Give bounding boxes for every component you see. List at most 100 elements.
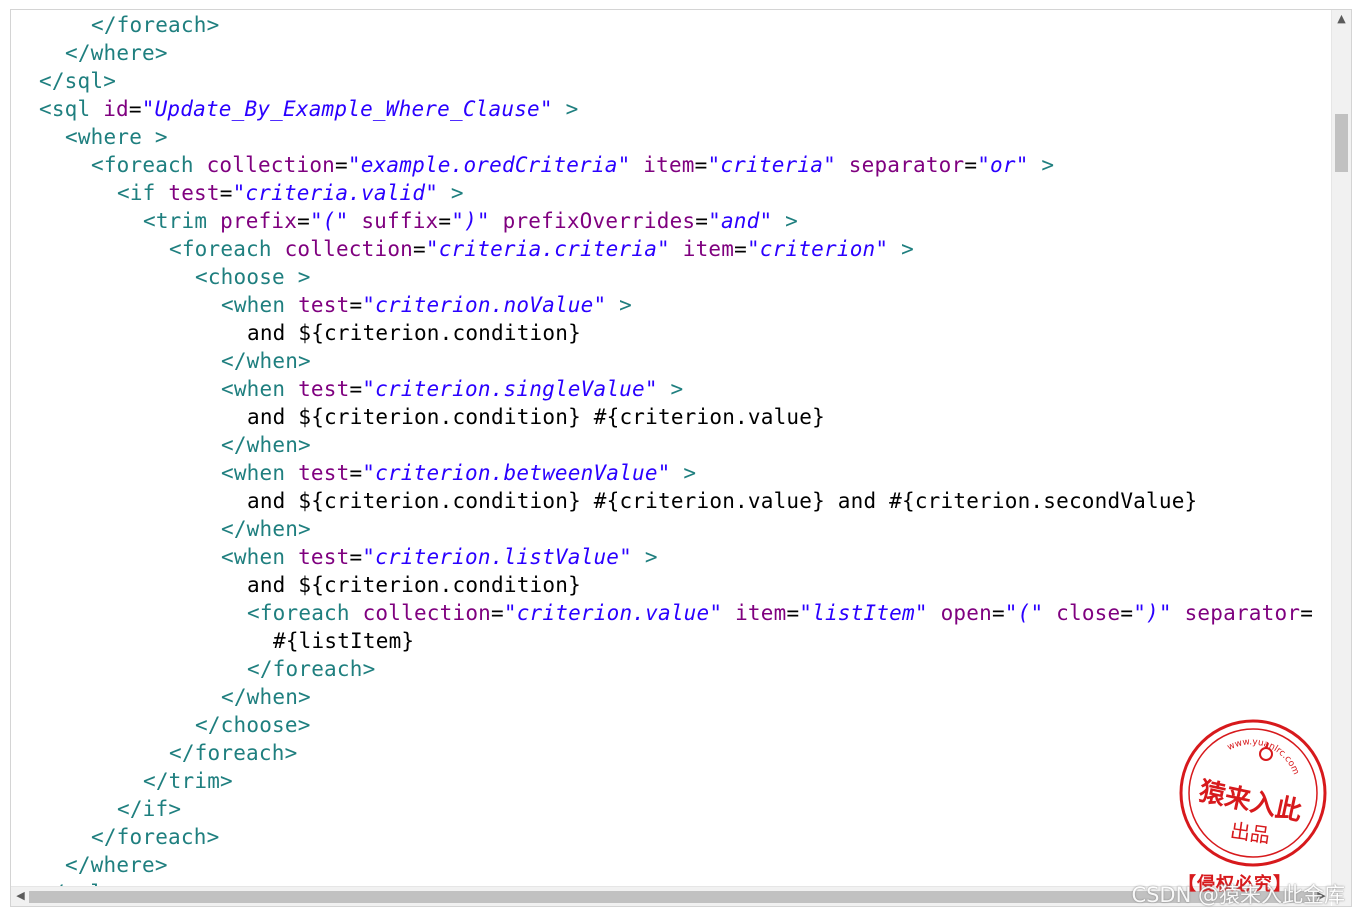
code-line: </foreach> xyxy=(247,655,375,683)
code-token-attr: test xyxy=(168,181,220,205)
code-token-tag: <if xyxy=(117,181,169,205)
code-token-val: ")" xyxy=(451,209,490,233)
code-token-val: "or" xyxy=(977,153,1029,177)
code-token-val: "criterion.value" xyxy=(503,601,723,625)
code-token-attr: collection xyxy=(206,153,336,177)
code-token-tag: <sql xyxy=(39,97,104,121)
copyright-stamp: www.yuanlrc.com 猿来入此 出品 xyxy=(1179,719,1327,867)
code-line: <when test="criterion.betweenValue" > xyxy=(221,459,696,487)
code-line: and ${criterion.condition} #{criterion.v… xyxy=(247,487,1197,515)
code-line: <trim prefix="(" suffix=")" prefixOverri… xyxy=(143,207,798,235)
code-token-tag: > xyxy=(606,293,632,317)
code-line: </where> xyxy=(65,851,168,879)
code-token-val: "criterion.singleValue" xyxy=(362,377,658,401)
code-line: </sql> xyxy=(39,67,116,95)
code-token-val: "and" xyxy=(708,209,773,233)
code-token-tag: > xyxy=(438,181,464,205)
code-token-txt: = xyxy=(413,237,426,261)
code-token-txt: = xyxy=(964,153,978,177)
scroll-left-arrow-icon[interactable]: ◀ xyxy=(11,887,30,905)
code-line: </foreach> xyxy=(169,739,297,767)
code-token-txt: and ${criterion.condition} xyxy=(247,321,581,345)
code-line: </foreach> xyxy=(91,823,219,851)
code-line: and ${criterion.condition} #{criterion.v… xyxy=(247,403,825,431)
code-token-val: "Update_By_Example_Where_Clause" xyxy=(141,97,553,121)
code-token-txt: = xyxy=(734,237,747,261)
code-token-val: ")" xyxy=(1133,601,1172,625)
vertical-scroll-thumb[interactable] xyxy=(1335,114,1348,172)
code-token-tag: > xyxy=(772,209,799,233)
code-token-txt: and ${criterion.condition} #{criterion.v… xyxy=(247,405,825,429)
code-token-attr: collection xyxy=(362,601,492,625)
code-token-attr: prefixOverrides xyxy=(502,209,696,233)
code-token-attr: open xyxy=(940,601,992,625)
code-line: <when test="criterion.listValue" > xyxy=(221,543,658,571)
code-line: </when> xyxy=(221,683,311,711)
code-token-attr: test xyxy=(298,545,350,569)
code-token-txt: = xyxy=(349,377,363,401)
code-token-attr: item xyxy=(682,237,735,261)
code-token-attr: separator xyxy=(1184,601,1301,625)
code-line: </trim> xyxy=(143,767,233,795)
code-token-tag: <when xyxy=(221,545,299,569)
code-token-tag: > xyxy=(657,377,684,401)
code-line: and ${criterion.condition} xyxy=(247,571,581,599)
code-token-tag: </foreach> xyxy=(169,741,298,765)
code-line: </where> xyxy=(65,39,168,67)
code-line: #{listItem} xyxy=(273,627,414,655)
code-token-attr: suffix xyxy=(361,209,439,233)
code-token-txt: = xyxy=(695,209,709,233)
code-token-tag: > xyxy=(1028,153,1055,177)
code-token-tag: </where> xyxy=(65,853,168,877)
code-token-val: "(" xyxy=(309,209,349,233)
scroll-up-arrow-icon[interactable]: ▲ xyxy=(1332,10,1351,28)
code-line: <when test="criterion.noValue" > xyxy=(221,291,632,319)
stamp-name: 猿来入此 xyxy=(1195,776,1304,827)
code-token-tag: <choose > xyxy=(195,265,311,289)
stamp-sub: 出品 xyxy=(1229,818,1272,847)
code-token-txt: = xyxy=(335,153,348,177)
code-token-attr: test xyxy=(298,293,350,317)
code-token-tag: </if> xyxy=(117,797,182,821)
code-line: </when> xyxy=(221,431,311,459)
code-token-attr: id xyxy=(103,97,129,121)
csdn-watermark: CSDN @猿来入此金库 xyxy=(1131,883,1345,907)
code-token-val: "criterion" xyxy=(746,237,889,261)
code-token-val: "criterion.listValue" xyxy=(362,545,632,569)
code-token-val: "criteria.criteria" xyxy=(425,237,670,261)
code-token-txt: and ${criterion.condition} #{criterion.v… xyxy=(247,489,1198,513)
code-line: <foreach collection="criteria.criteria" … xyxy=(169,235,914,263)
code-token-attr: item xyxy=(643,153,695,177)
code-token-txt: = xyxy=(694,153,708,177)
code-token-txt: and ${criterion.condition} xyxy=(247,573,581,597)
horizontal-scroll-thumb[interactable] xyxy=(29,891,1319,903)
code-token-tag: <when xyxy=(221,461,299,485)
code-token-txt: = xyxy=(349,293,363,317)
code-token-tag: <foreach xyxy=(247,601,363,625)
code-area: </foreach> </where> </sql> <sql id="Update_… xyxy=(11,10,1331,887)
code-token-tag: </where> xyxy=(65,41,168,65)
code-line: <choose > xyxy=(195,263,311,291)
code-token-tag: </foreach> xyxy=(247,657,376,681)
code-token-attr: item xyxy=(735,601,787,625)
code-token-attr: close xyxy=(1056,601,1121,625)
code-line: </choose> xyxy=(195,711,311,739)
code-token-attr: test xyxy=(298,461,350,485)
code-token-tag: </foreach> xyxy=(91,825,220,849)
code-viewer-window: </foreach> </where> </sql> <sql id="Update_… xyxy=(10,9,1352,907)
code-token-tag: </when> xyxy=(221,349,311,373)
code-token-attr: prefix xyxy=(220,209,298,233)
vertical-scrollbar[interactable]: ▲ xyxy=(1331,10,1351,887)
code-token-txt: = xyxy=(128,97,142,121)
code-token-txt: = xyxy=(219,181,233,205)
code-token-tag: </when> xyxy=(221,433,311,457)
code-token-txt: = xyxy=(991,601,1005,625)
code-token-val: "example.oredCriteria" xyxy=(347,153,631,177)
code-line: </when> xyxy=(221,515,311,543)
